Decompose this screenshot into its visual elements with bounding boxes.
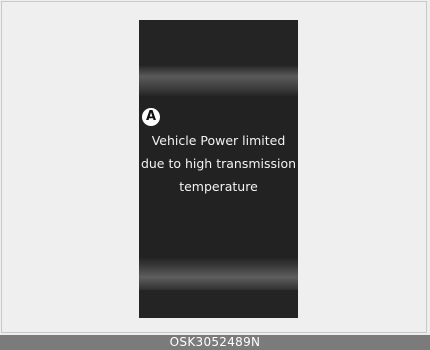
warning-message-line-3: temperature bbox=[179, 179, 258, 194]
callout-marker: A bbox=[142, 108, 160, 126]
display-top-band bbox=[139, 66, 298, 96]
display-bottom-band bbox=[139, 258, 298, 290]
cluster-display: A Vehicle Power limited due to high tran… bbox=[139, 20, 298, 318]
warning-message-line-1: Vehicle Power limited bbox=[151, 133, 286, 148]
warning-message: Vehicle Power limited due to high transm… bbox=[139, 129, 298, 198]
warning-message-line-2: due to high transmission bbox=[140, 156, 297, 171]
figure-code: OSK3052489N bbox=[169, 335, 261, 349]
caption-bar: OSK3052489N bbox=[0, 335, 430, 350]
